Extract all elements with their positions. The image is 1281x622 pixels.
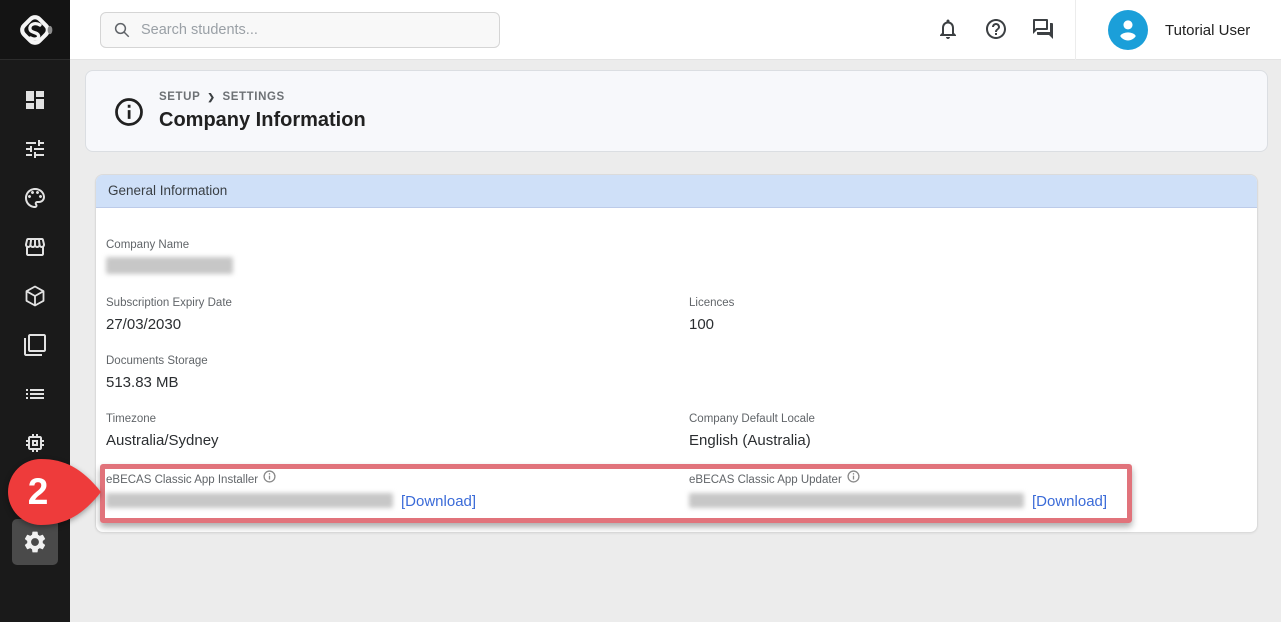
sidebar-item-dashboard[interactable] — [0, 88, 70, 112]
licences-label: Licences — [689, 297, 734, 309]
documents-storage-value: 513.83 MB — [106, 374, 208, 391]
page-title: Company Information — [159, 109, 366, 132]
help-button[interactable] — [984, 17, 1008, 41]
field-default-locale: Company Default Locale English (Australi… — [689, 413, 815, 449]
sidebar-item-modules[interactable] — [0, 284, 70, 308]
updater-download-link[interactable]: [Download] — [1032, 493, 1107, 510]
field-app-installer: eBECAS Classic App Installer [Download] — [106, 473, 476, 510]
field-documents-storage: Documents Storage 513.83 MB — [106, 355, 208, 391]
default-locale-label: Company Default Locale — [689, 413, 815, 425]
bell-icon — [936, 17, 960, 41]
licences-value: 100 — [689, 316, 734, 333]
sidebar-item-marketplace[interactable] — [0, 235, 70, 259]
app-installer-label: eBECAS Classic App Installer — [106, 474, 258, 486]
page-header: SETUP ❯ SETTINGS Company Information — [85, 70, 1268, 152]
person-icon — [1109, 11, 1147, 49]
field-company-name: Company Name — [106, 239, 233, 279]
topbar: Tutorial User — [70, 0, 1281, 60]
list-icon — [23, 382, 47, 406]
installer-info-icon[interactable] — [263, 470, 276, 483]
company-name-label: Company Name — [106, 239, 233, 251]
search-input[interactable] — [141, 22, 487, 38]
search-box[interactable] — [100, 12, 500, 48]
tune-sliders-icon — [23, 137, 47, 161]
sidebar-item-settings-active[interactable] — [12, 519, 58, 565]
breadcrumb: SETUP ❯ SETTINGS — [159, 91, 285, 103]
user-avatar[interactable] — [1108, 10, 1148, 50]
timezone-value: Australia/Sydney — [106, 432, 219, 449]
redacted-updater-url — [689, 493, 1024, 508]
sidebar-item-configuration[interactable] — [0, 137, 70, 161]
help-icon — [984, 17, 1008, 41]
subscription-expiry-label: Subscription Expiry Date — [106, 297, 232, 309]
user-name: Tutorial User — [1165, 0, 1250, 60]
timezone-label: Timezone — [106, 413, 219, 425]
sidebar-item-system[interactable] — [0, 431, 70, 455]
card-header: General Information — [96, 175, 1257, 208]
sidebar-item-windows[interactable] — [0, 333, 70, 357]
topbar-divider — [1075, 0, 1076, 60]
app-updater-label: eBECAS Classic App Updater — [689, 474, 842, 486]
installer-download-link[interactable]: [Download] — [401, 493, 476, 510]
redacted-installer-url — [106, 493, 393, 508]
sidebar — [0, 0, 70, 622]
chevron-right-icon: ❯ — [207, 92, 215, 103]
documents-storage-label: Documents Storage — [106, 355, 208, 367]
stacked-windows-icon — [23, 333, 47, 357]
palette-icon — [23, 186, 47, 210]
field-subscription-expiry: Subscription Expiry Date 27/03/2030 — [106, 297, 232, 333]
chat-button[interactable] — [1031, 17, 1055, 41]
breadcrumb-setup[interactable]: SETUP — [159, 91, 200, 103]
storefront-icon — [23, 235, 47, 259]
app-root: Tutorial User SETUP ❯ SETTINGS Company I… — [0, 0, 1281, 622]
subscription-expiry-value: 27/03/2030 — [106, 316, 232, 333]
default-locale-value: English (Australia) — [689, 432, 815, 449]
breadcrumb-settings[interactable]: SETTINGS — [223, 91, 285, 103]
chat-icon — [1031, 17, 1055, 41]
field-app-updater: eBECAS Classic App Updater [Download] — [689, 473, 1107, 510]
field-licences: Licences 100 — [689, 297, 734, 333]
cube-icon — [23, 284, 47, 308]
app-logo[interactable] — [0, 0, 70, 60]
info-circle-icon — [114, 97, 144, 127]
sidebar-item-appearance[interactable] — [0, 186, 70, 210]
ebecas-logo-icon — [15, 10, 55, 50]
updater-info-icon[interactable] — [847, 470, 860, 483]
chip-icon — [23, 431, 47, 455]
redacted-company-name-value — [106, 257, 233, 274]
field-timezone: Timezone Australia/Sydney — [106, 413, 219, 449]
general-information-card: General Information Company Name Subscri… — [95, 174, 1258, 533]
sidebar-item-lists[interactable] — [0, 382, 70, 406]
gear-icon — [22, 529, 48, 555]
dashboard-icon — [23, 88, 47, 112]
search-icon — [113, 21, 131, 39]
notifications-button[interactable] — [936, 17, 960, 41]
